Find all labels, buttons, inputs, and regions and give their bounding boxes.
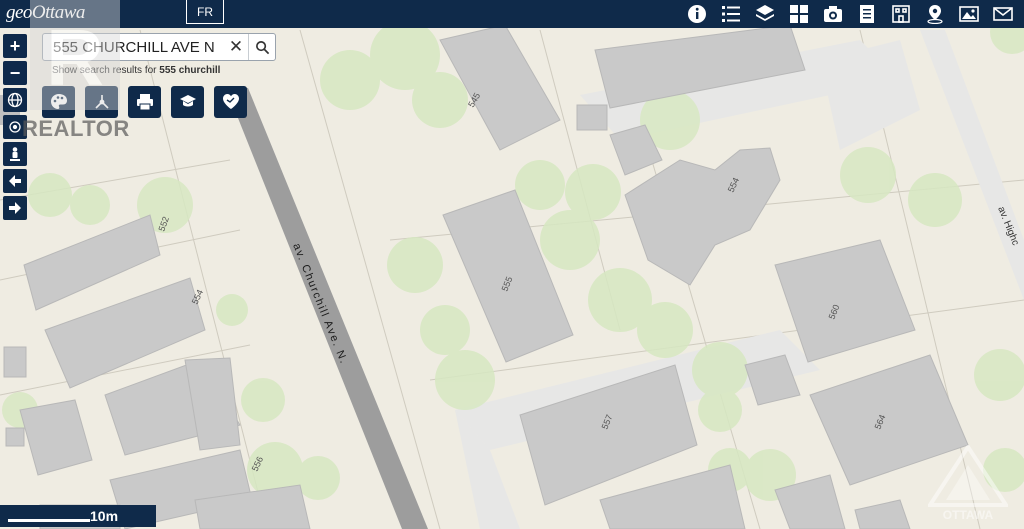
camera-icon[interactable] <box>816 0 850 28</box>
building-icon[interactable] <box>884 0 918 28</box>
basemap-icon[interactable] <box>748 0 782 28</box>
globe-button[interactable] <box>3 88 27 112</box>
education-button[interactable] <box>171 86 204 118</box>
extent-icon <box>9 121 21 133</box>
clear-search-button[interactable]: ✕ <box>224 37 248 57</box>
globe-icon <box>7 92 23 108</box>
arrow-left-icon <box>9 175 21 187</box>
search-hint-query: 555 churchill <box>159 65 221 76</box>
top-toolbar <box>680 0 1020 28</box>
scale-label: 10m <box>90 508 119 524</box>
print-button[interactable] <box>128 86 161 118</box>
search-icon <box>255 40 269 54</box>
heart-map-button[interactable] <box>214 86 247 118</box>
search-button[interactable] <box>248 34 275 60</box>
info-icon[interactable] <box>680 0 714 28</box>
pegman-icon <box>10 147 20 161</box>
zoom-out-button[interactable]: − <box>3 61 27 85</box>
layers-list-icon[interactable] <box>714 0 748 28</box>
realtor-watermark-text: REALTOR <box>22 116 130 141</box>
top-bar: geoOttawa FR <box>0 0 1024 28</box>
close-icon: ✕ <box>228 37 244 56</box>
education-icon <box>179 95 196 107</box>
print-icon <box>136 94 153 111</box>
svg-text:OTTAWA: OTTAWA <box>943 508 994 522</box>
back-button[interactable] <box>3 169 27 193</box>
document-icon[interactable] <box>850 0 884 28</box>
zoom-in-button[interactable]: + <box>3 34 27 58</box>
heart-map-icon <box>222 94 239 109</box>
street-view-button[interactable] <box>3 142 27 166</box>
ottawa-corner-logo: OTTAWA <box>928 445 1008 522</box>
photo-icon[interactable] <box>952 0 986 28</box>
forward-button[interactable] <box>3 196 27 220</box>
scale-line <box>8 519 90 522</box>
grid-icon[interactable] <box>782 0 816 28</box>
map-canvas[interactable]: 545 552 554 554 555 556 557 560 564 av. … <box>0 0 1024 529</box>
location-icon[interactable] <box>918 0 952 28</box>
email-icon[interactable] <box>986 0 1020 28</box>
realtor-watermark-icon: R <box>30 0 120 110</box>
arrow-right-icon <box>9 202 21 214</box>
language-button[interactable]: FR <box>186 0 224 24</box>
svg-text:R: R <box>46 13 104 102</box>
scale-bar: 10m <box>0 505 156 527</box>
